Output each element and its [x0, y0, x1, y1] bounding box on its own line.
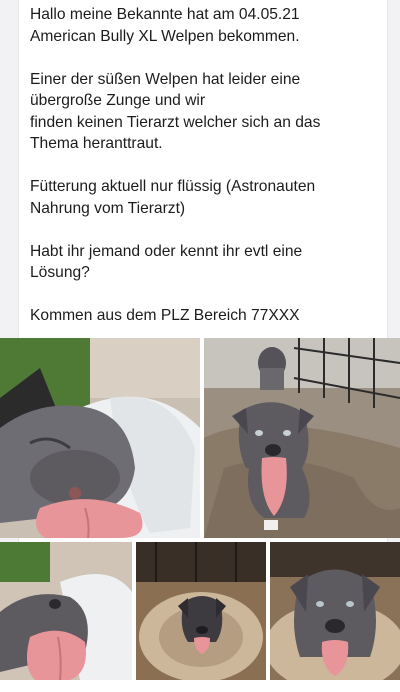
puppy-tongue-closeup-photo[interactable] — [0, 542, 132, 680]
post-paragraph-feeding: Fütterung aktuell nur flüssig (Astronaut… — [30, 178, 316, 217]
photo-grid — [0, 338, 400, 692]
puppy-sleeping-tongue-photo[interactable] — [0, 338, 200, 538]
post-paragraph-question: Habt ihr jemand oder kennt ihr evtl eine… — [30, 242, 303, 282]
puppy-in-bed-photo[interactable] — [136, 542, 266, 680]
post-paragraph-greeting: Hallo meine Bekannte hat am 04.05.21 Ame… — [30, 6, 300, 45]
post-paragraph-location: Kommen aus dem PLZ Bereich 77XXX — [30, 307, 300, 324]
post-text: Hallo meine Bekannte hat am 04.05.21 Ame… — [30, 4, 370, 348]
post-paragraph-problem: Einer der süßen Welpen hat leider eine ü… — [30, 70, 321, 153]
bottom-strip — [0, 680, 400, 692]
puppy-sitting-tongue-photo[interactable] — [204, 338, 400, 538]
puppy-face-photo[interactable] — [270, 542, 400, 680]
